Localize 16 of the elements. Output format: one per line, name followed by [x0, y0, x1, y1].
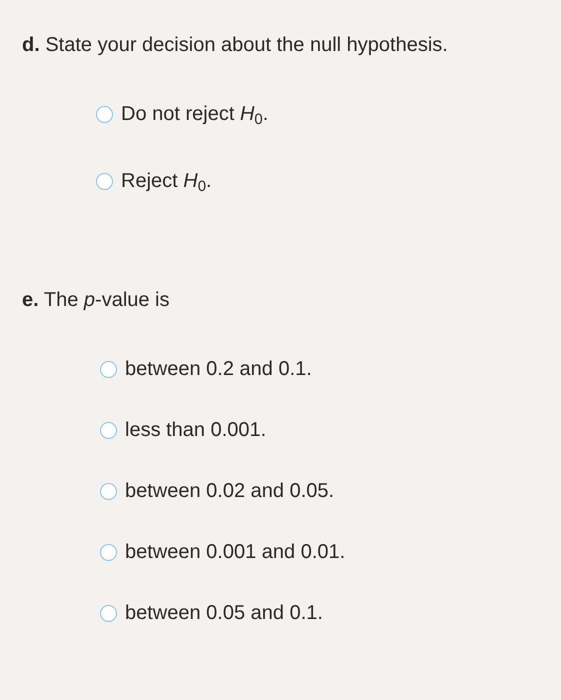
radio-button[interactable] — [100, 604, 117, 622]
option-label[interactable]: less than 0.001. — [125, 415, 266, 445]
radio-button[interactable] — [96, 106, 113, 122]
option-label[interactable]: between 0.001 and 0.01. — [125, 537, 346, 567]
question-prompt: d. State your decision about the null hypothesis. — [22, 33, 449, 58]
radio-button[interactable] — [100, 544, 117, 560]
option-label[interactable]: between 0.2 and 0.1. — [125, 354, 312, 384]
question-prompt: e. The p-value is — [22, 288, 171, 313]
radio-button[interactable] — [100, 482, 117, 500]
option-label[interactable]: between 0.05 and 0.1. — [125, 598, 323, 628]
radio-button[interactable] — [100, 360, 117, 378]
option-label[interactable]: between 0.02 and 0.05. — [125, 476, 334, 506]
radio-button[interactable] — [96, 172, 113, 190]
radio-button[interactable] — [100, 422, 117, 438]
option-label[interactable]: Reject H$_{0}$. — [121, 166, 212, 196]
option-label[interactable]: Do not reject H$_{0}$. — [121, 99, 268, 129]
